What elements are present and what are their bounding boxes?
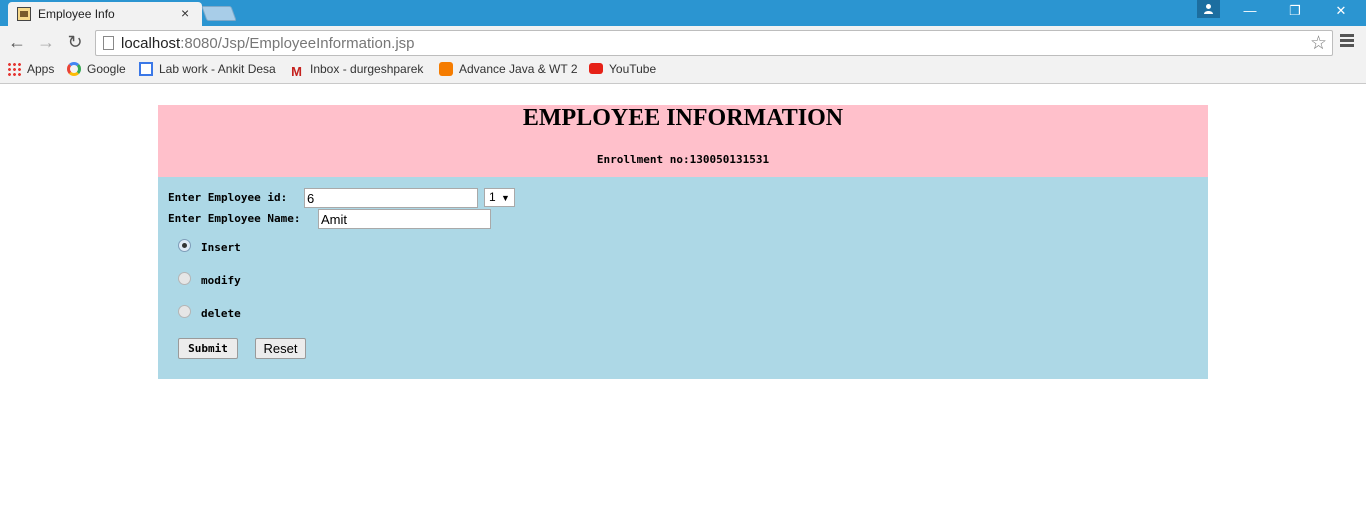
page-header: EMPLOYEE INFORMATION Enrollment no:13005… [158,105,1208,177]
browser-title-bar: Employee Info × — ❐ ✕ [0,0,1366,26]
apps-grid-icon [7,62,21,76]
modify-radio[interactable] [178,272,191,285]
bookmark-advance-java[interactable]: Advance Java & WT 2 [439,62,577,80]
forward-arrow-icon[interactable]: → [36,32,56,52]
page-favicon-icon [17,7,31,21]
employee-id-select[interactable]: 1 ▼ [484,188,515,207]
insert-radio[interactable] [178,239,191,252]
url-text[interactable]: localhost:8080/Jsp/EmployeeInformation.j… [121,35,415,52]
page-icon [103,36,114,50]
modify-radio-label[interactable]: modify [201,274,241,287]
doc-icon [139,62,153,76]
submit-button[interactable]: Submit [178,338,238,359]
person-icon [1204,4,1213,14]
chevron-down-icon: ▼ [501,193,510,203]
employee-name-input[interactable] [318,209,491,229]
google-icon [67,62,81,76]
page-title: EMPLOYEE INFORMATION [522,105,844,131]
delete-radio-label[interactable]: delete [201,307,241,320]
tab-close-icon[interactable]: × [181,5,189,21]
select-value: 1 [489,190,496,204]
employee-id-input[interactable] [304,188,478,208]
employee-name-label: Enter Employee Name: [168,212,301,225]
reset-button[interactable]: Reset [255,338,306,359]
delete-radio[interactable] [178,305,191,318]
address-bar[interactable]: localhost:8080/Jsp/EmployeeInformation.j… [95,30,1333,56]
reload-icon[interactable]: ↻ [65,32,85,52]
tab-title: Employee Info [38,7,115,21]
youtube-icon [589,63,603,74]
bookmarks-bar: Apps Google Lab work - Ankit Desa M Inbox… [0,60,1366,84]
close-window-button[interactable]: ✕ [1331,3,1351,19]
new-tab-button[interactable] [201,6,237,21]
minimize-button[interactable]: — [1240,3,1260,18]
gmail-icon: M [291,64,302,79]
blogger-icon [439,62,453,76]
enrollment-number: Enrollment no:130050131531 [596,153,770,166]
chrome-menu-icon[interactable] [1340,34,1354,49]
profile-button[interactable] [1197,0,1220,18]
employee-id-label: Enter Employee id: [168,191,288,204]
bookmark-youtube[interactable]: YouTube [589,62,661,80]
browser-tab[interactable]: Employee Info × [8,2,202,26]
employee-form: Enter Employee id: 1 ▼ Enter Employee Na… [158,177,1208,379]
restore-button[interactable]: ❐ [1285,3,1305,19]
browser-toolbar: ← → ↻ localhost:8080/Jsp/EmployeeInforma… [0,26,1366,60]
bookmark-google[interactable]: Google [67,62,131,80]
bookmark-star-icon[interactable]: ☆ [1310,32,1327,55]
back-arrow-icon[interactable]: ← [7,32,27,52]
insert-radio-label[interactable]: Insert [201,241,241,254]
bookmark-apps[interactable]: Apps [7,62,59,80]
bookmark-lab-work[interactable]: Lab work - Ankit Desa [139,62,277,80]
employee-page: EMPLOYEE INFORMATION Enrollment no:13005… [158,105,1208,379]
bookmark-inbox[interactable]: M Inbox - durgeshparek [289,62,427,80]
